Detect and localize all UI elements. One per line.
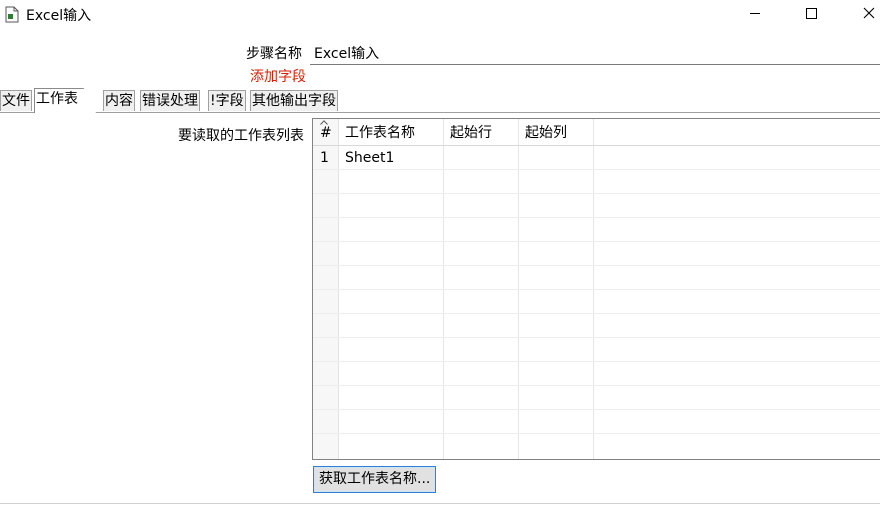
row-divider <box>313 289 880 290</box>
row-divider <box>313 433 880 434</box>
maximize-button[interactable] <box>788 0 834 26</box>
step-name-label: 步骤名称 <box>246 46 302 62</box>
row-divider <box>313 337 880 338</box>
row-divider <box>313 193 880 194</box>
sheets-table[interactable]: # 工作表名称 起始行 起始列 1 Sheet1 <box>312 118 880 460</box>
sheet-name-cell[interactable]: Sheet1 <box>345 148 394 168</box>
row-number-cell: 1 <box>320 150 329 166</box>
get-sheet-names-button[interactable]: 获取工作表名称... <box>313 466 437 493</box>
add-field-label: 添加字段 <box>250 69 306 85</box>
row-divider <box>313 241 880 242</box>
tab-file[interactable]: 文件 <box>0 90 32 111</box>
column-header-start-row[interactable]: 起始行 <box>450 123 492 143</box>
column-header-sheet-name[interactable]: 工作表名称 <box>345 123 415 143</box>
minimize-icon <box>750 12 760 14</box>
bottom-divider <box>0 503 880 504</box>
header-divider <box>313 145 880 146</box>
row-divider <box>313 217 880 218</box>
tab-fields[interactable]: !字段 <box>208 90 246 111</box>
row-divider <box>313 313 880 314</box>
row-divider <box>313 409 880 410</box>
title-bar: Excel输入 <box>0 0 880 30</box>
close-button[interactable] <box>846 0 880 26</box>
tab-content[interactable]: 内容 <box>103 90 135 111</box>
column-header-number[interactable]: # <box>320 123 332 143</box>
tab-error-handling[interactable]: 错误处理 <box>140 90 200 111</box>
row-divider <box>313 169 880 170</box>
step-name-input[interactable] <box>310 41 880 65</box>
tab-bar: 文件 工作表 内容 错误处理 !字段 其他输出字段 <box>0 88 880 113</box>
tab-sheets[interactable]: 工作表 <box>34 88 96 113</box>
row-divider <box>313 361 880 362</box>
column-header-start-column[interactable]: 起始列 <box>525 123 567 143</box>
row-divider <box>313 385 880 386</box>
row-divider <box>313 265 880 266</box>
close-icon <box>863 7 875 19</box>
tab-other-output-fields[interactable]: 其他输出字段 <box>250 90 338 111</box>
sheet-list-label: 要读取的工作表列表 <box>178 128 304 144</box>
document-icon <box>5 6 19 23</box>
window-title: Excel输入 <box>26 8 92 24</box>
minimize-button[interactable] <box>732 0 778 26</box>
maximize-icon <box>805 7 817 19</box>
